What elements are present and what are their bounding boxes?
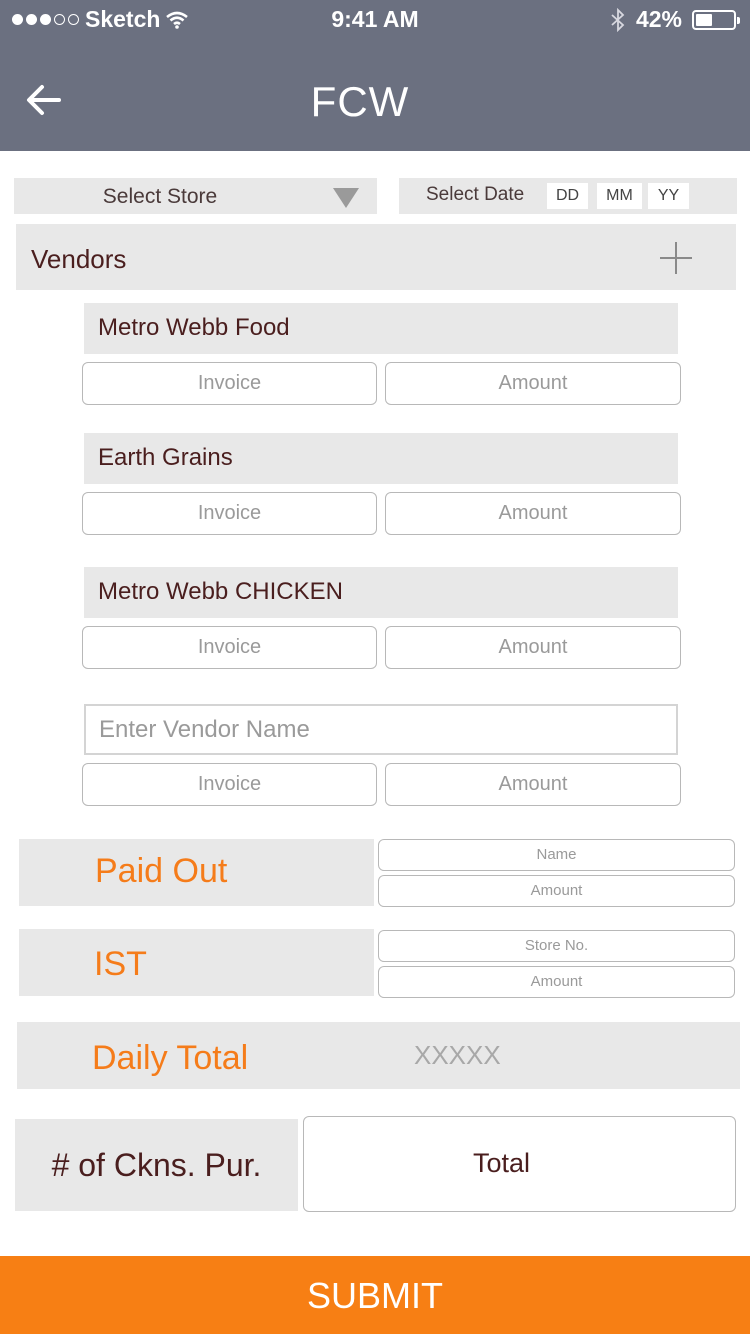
page-title: FCW: [310, 78, 410, 125]
vendor-name-text: Metro Webb Food: [98, 314, 290, 341]
vendor-name-text: Metro Webb CHICKEN: [98, 578, 343, 605]
invoice-input[interactable]: Invoice: [82, 492, 377, 535]
select-date-label: Select Date: [426, 184, 525, 205]
date-day-input[interactable]: DD: [547, 183, 588, 209]
paid-out-amount-input[interactable]: Amount: [378, 875, 735, 907]
ist-amount-input[interactable]: Amount: [378, 966, 735, 998]
total-placeholder: Total: [472, 1148, 531, 1178]
submit-button[interactable]: SUBMIT: [0, 1256, 750, 1334]
add-vendor-plus-icon[interactable]: [660, 242, 692, 274]
amount-input[interactable]: Amount: [385, 362, 681, 405]
vendor-name-input[interactable]: Enter Vendor Name: [84, 704, 678, 755]
daily-total-label: Daily Total: [92, 1039, 249, 1077]
paid-out-name-input[interactable]: Name: [378, 839, 735, 871]
invoice-input[interactable]: Invoice: [82, 763, 377, 806]
amount-input[interactable]: Amount: [385, 763, 681, 806]
daily-total-value: XXXXX: [414, 1040, 501, 1070]
vendors-header: Vendors: [16, 224, 736, 290]
bluetooth-icon: [611, 7, 625, 32]
status-right: 42%: [610, 6, 740, 33]
select-date-field: Select Date DD MM YY: [399, 178, 737, 214]
vendor-name: Metro Webb Food: [84, 303, 678, 354]
date-year-input[interactable]: YY: [648, 183, 689, 209]
app-header: Sketch 9:41 AM 42% FCW: [0, 0, 750, 151]
dropdown-triangle-icon: [333, 188, 359, 208]
ist-store-input[interactable]: Store No.: [378, 930, 735, 962]
vendors-label: Vendors: [31, 244, 127, 274]
daily-total-section: Daily Total XXXXX: [17, 1022, 740, 1089]
select-store-dropdown[interactable]: Select Store: [14, 178, 377, 214]
invoice-input[interactable]: Invoice: [82, 626, 377, 669]
paid-out-section: Paid Out: [19, 839, 374, 906]
select-store-label: Select Store: [102, 185, 218, 208]
battery-icon: [692, 9, 740, 30]
vendor-name-text: Earth Grains: [98, 444, 233, 471]
amount-input[interactable]: Amount: [385, 626, 681, 669]
chickens-purchased-label: # of Ckns. Pur.: [51, 1147, 262, 1183]
paid-out-label: Paid Out: [95, 852, 228, 890]
vendor-name: Metro Webb CHICKEN: [84, 567, 678, 618]
chickens-purchased-label-box: # of Ckns. Pur.: [15, 1119, 298, 1211]
invoice-input[interactable]: Invoice: [82, 362, 377, 405]
status-bar: Sketch 9:41 AM 42%: [0, 0, 750, 40]
amount-input[interactable]: Amount: [385, 492, 681, 535]
battery-percent: 42%: [635, 6, 682, 32]
date-month-input[interactable]: MM: [597, 183, 642, 209]
ist-label: IST: [94, 945, 147, 983]
chickens-total-input[interactable]: Total: [303, 1116, 736, 1212]
ist-section: IST: [19, 929, 374, 996]
vendor-name: Earth Grains: [84, 433, 678, 484]
